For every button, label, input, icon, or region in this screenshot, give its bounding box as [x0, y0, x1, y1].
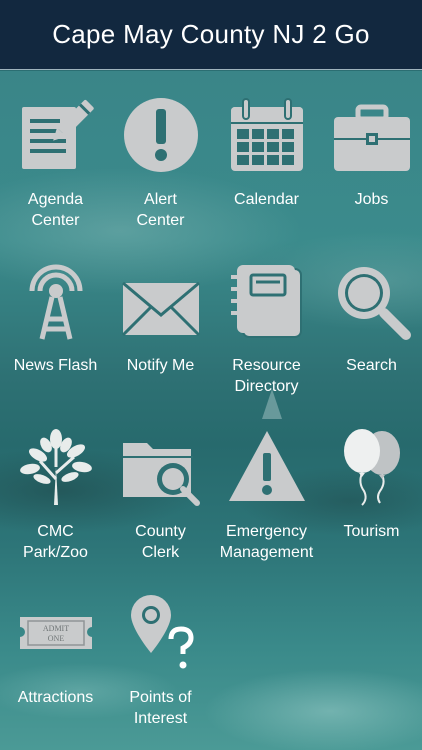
- tile-attractions[interactable]: ADMIT ONE Attractions: [3, 569, 108, 729]
- tile-cmc-park-zoo[interactable]: CMC Park/Zoo: [3, 403, 108, 563]
- tile-label: Notify Me: [126, 357, 195, 374]
- ticket-text-line-1: ADMIT: [42, 624, 68, 633]
- notebook-icon: [227, 261, 307, 341]
- tile-label: Jobs: [354, 191, 389, 208]
- tile-calendar[interactable]: Calendar: [214, 71, 319, 231]
- tile-news-flash[interactable]: News Flash: [3, 237, 108, 397]
- tile-notify-me[interactable]: Notify Me: [108, 237, 213, 397]
- tile-label: Tourism: [343, 523, 400, 540]
- tile-label: Points of Interest: [129, 689, 192, 727]
- tile-jobs[interactable]: Jobs: [319, 71, 422, 231]
- folder-search-icon: [121, 427, 201, 507]
- tile-label: Alert Center: [136, 191, 185, 229]
- tile-label: Search: [346, 357, 397, 374]
- tile-label: Agenda Center: [27, 191, 84, 229]
- tile-emergency-management[interactable]: Emergency Management: [214, 403, 319, 563]
- tile-label: Resource Directory: [232, 357, 301, 395]
- tile-label: Attractions: [17, 689, 94, 706]
- tile-alert-center[interactable]: Alert Center: [108, 71, 213, 231]
- app-header: Cape May County NJ 2 Go: [0, 0, 422, 70]
- tile-agenda-center[interactable]: Agenda Center: [3, 71, 108, 231]
- tile-label: Calendar: [234, 191, 299, 208]
- tile-label: Emergency Management: [219, 523, 314, 561]
- magnifier-icon: [332, 261, 412, 341]
- envelope-icon: [121, 261, 201, 341]
- broadcast-tower-icon: [16, 261, 96, 341]
- agenda-icon: [16, 95, 96, 175]
- tile-county-clerk[interactable]: County Clerk: [108, 403, 213, 563]
- tile-tourism[interactable]: Tourism: [319, 403, 422, 563]
- map-pin-question-icon: [121, 593, 201, 673]
- tile-label: News Flash: [13, 357, 98, 374]
- alert-icon: [121, 95, 201, 175]
- tile-points-of-interest[interactable]: Points of Interest: [108, 569, 213, 729]
- tile-label: CMC Park/Zoo: [23, 523, 88, 561]
- briefcase-icon: [332, 95, 412, 175]
- tile-search[interactable]: Search: [319, 237, 422, 397]
- ticket-icon: ADMIT ONE: [16, 593, 96, 673]
- calendar-icon: [227, 95, 307, 175]
- warning-triangle-icon: [227, 427, 307, 507]
- ticket-text-line-2: ONE: [47, 634, 64, 643]
- tile-label: County Clerk: [135, 523, 186, 561]
- app-icon-grid: Agenda Center Alert Center Calendar Jobs…: [0, 71, 422, 750]
- app-title: Cape May County NJ 2 Go: [52, 19, 370, 49]
- tree-icon: [16, 427, 96, 507]
- balloons-icon: [332, 427, 412, 507]
- tile-resource-directory[interactable]: Resource Directory: [214, 237, 319, 397]
